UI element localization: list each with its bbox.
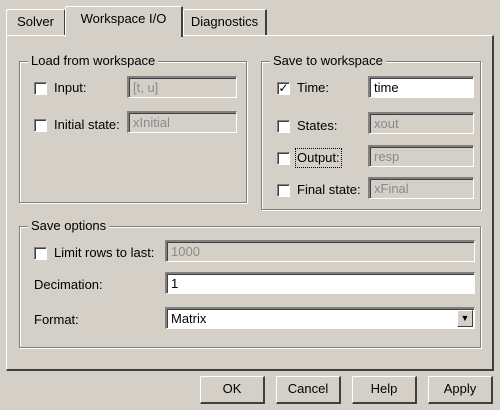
tab-diagnostics[interactable]: Diagnostics: [183, 9, 267, 35]
initial-state-label: Initial state:: [54, 117, 120, 132]
help-button[interactable]: Help: [352, 376, 417, 404]
format-label: Format:: [34, 312, 79, 327]
time-field[interactable]: time: [368, 76, 474, 98]
output-label: Output:: [295, 148, 342, 168]
output-field[interactable]: resp: [368, 145, 474, 167]
format-dropdown[interactable]: Matrix ▼: [165, 307, 475, 329]
output-checkbox[interactable]: [277, 152, 290, 165]
initial-state-field[interactable]: xInitial: [127, 111, 237, 133]
states-label: States:: [297, 118, 338, 133]
input-field[interactable]: [t, u]: [127, 76, 237, 98]
states-checkbox[interactable]: [277, 120, 290, 133]
decimation-field[interactable]: 1: [165, 272, 475, 294]
format-value: Matrix: [171, 311, 207, 326]
apply-button[interactable]: Apply: [428, 376, 493, 404]
initial-state-checkbox[interactable]: [34, 119, 47, 132]
decimation-label: Decimation:: [34, 277, 103, 292]
input-checkbox[interactable]: [34, 82, 47, 95]
final-state-label: Final state:: [297, 182, 361, 197]
limit-rows-checkbox[interactable]: [34, 247, 47, 260]
final-state-checkbox[interactable]: [277, 184, 290, 197]
time-label: Time:: [297, 80, 330, 95]
states-field[interactable]: xout: [368, 112, 474, 134]
save-group-title: Save to workspace: [270, 53, 386, 69]
load-group-title: Load from workspace: [28, 53, 159, 69]
time-checkbox[interactable]: ✓: [277, 82, 290, 95]
final-state-field[interactable]: xFinal: [368, 177, 474, 199]
tab-solver[interactable]: Solver: [6, 9, 66, 35]
save-options-title: Save options: [28, 218, 110, 234]
cancel-button[interactable]: Cancel: [276, 376, 341, 404]
ok-button[interactable]: OK: [200, 376, 265, 404]
input-label: Input:: [54, 80, 87, 95]
limit-rows-label: Limit rows to last:: [54, 245, 155, 260]
limit-rows-field[interactable]: 1000: [165, 240, 475, 262]
tab-workspace-io[interactable]: Workspace I/O: [65, 6, 183, 37]
checkmark-icon: ✓: [278, 81, 289, 95]
chevron-down-icon[interactable]: ▼: [457, 310, 473, 327]
simulation-parameters-dialog: Solver Workspace I/O Diagnostics Load fr…: [0, 0, 500, 410]
